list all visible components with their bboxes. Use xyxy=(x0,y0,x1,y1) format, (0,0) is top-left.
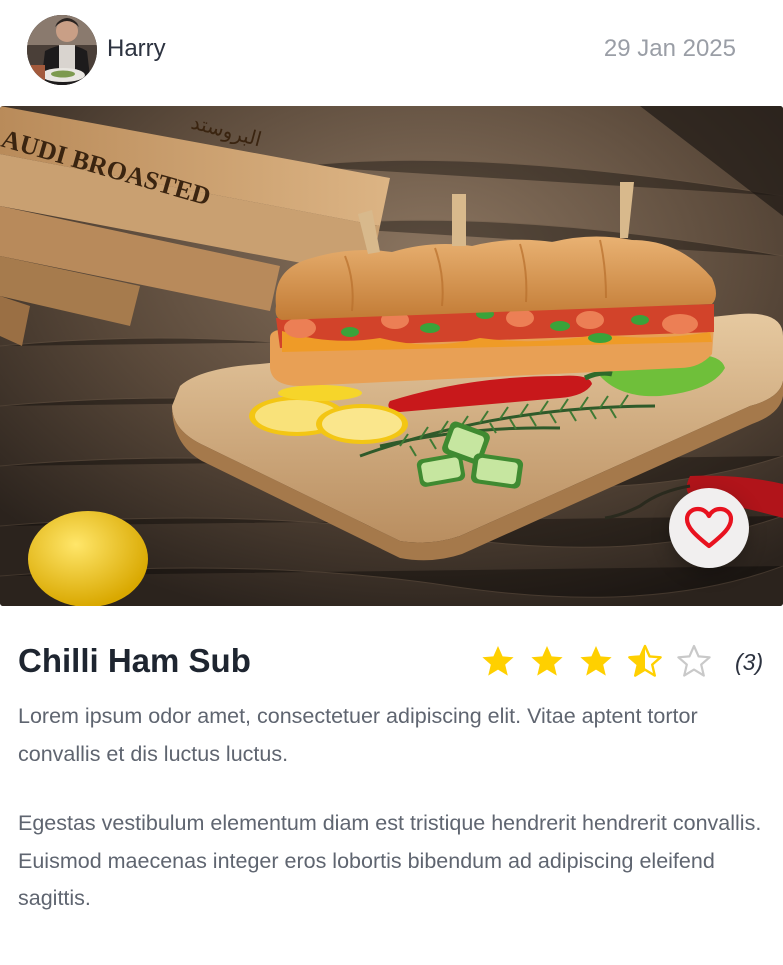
star-rating[interactable] xyxy=(481,644,726,678)
rating-count: (3) xyxy=(735,649,764,675)
author-name: Harry xyxy=(107,35,166,62)
dish-image: AUDI BROASTED البروستد xyxy=(0,106,783,606)
heart-icon xyxy=(684,506,734,549)
star-full-icon[interactable] xyxy=(481,644,515,678)
description-paragraph: Lorem ipsum odor amet, consectetuer adip… xyxy=(18,704,698,766)
post-date: 29 Jan 2025 xyxy=(603,35,736,62)
dish-title: Chilli Ham Sub xyxy=(18,642,251,679)
star-full-icon[interactable] xyxy=(530,644,564,678)
chef-avatar-icon xyxy=(27,15,97,85)
recipe-card: Harry 29 Jan 2025 AUDI BROASTED البروستد… xyxy=(0,0,783,965)
description-paragraph: Egestas vestibulum elementum diam est tr… xyxy=(18,811,762,910)
favorite-button[interactable] xyxy=(669,488,749,568)
star-full-icon[interactable] xyxy=(579,644,613,678)
star-half-icon[interactable] xyxy=(628,644,662,678)
avatar[interactable] xyxy=(27,15,97,85)
card-header: Harry 29 Jan 2025 xyxy=(0,0,783,106)
sandwich-photo-icon: AUDI BROASTED البروستد xyxy=(0,106,783,606)
star-empty-icon[interactable] xyxy=(677,644,711,678)
